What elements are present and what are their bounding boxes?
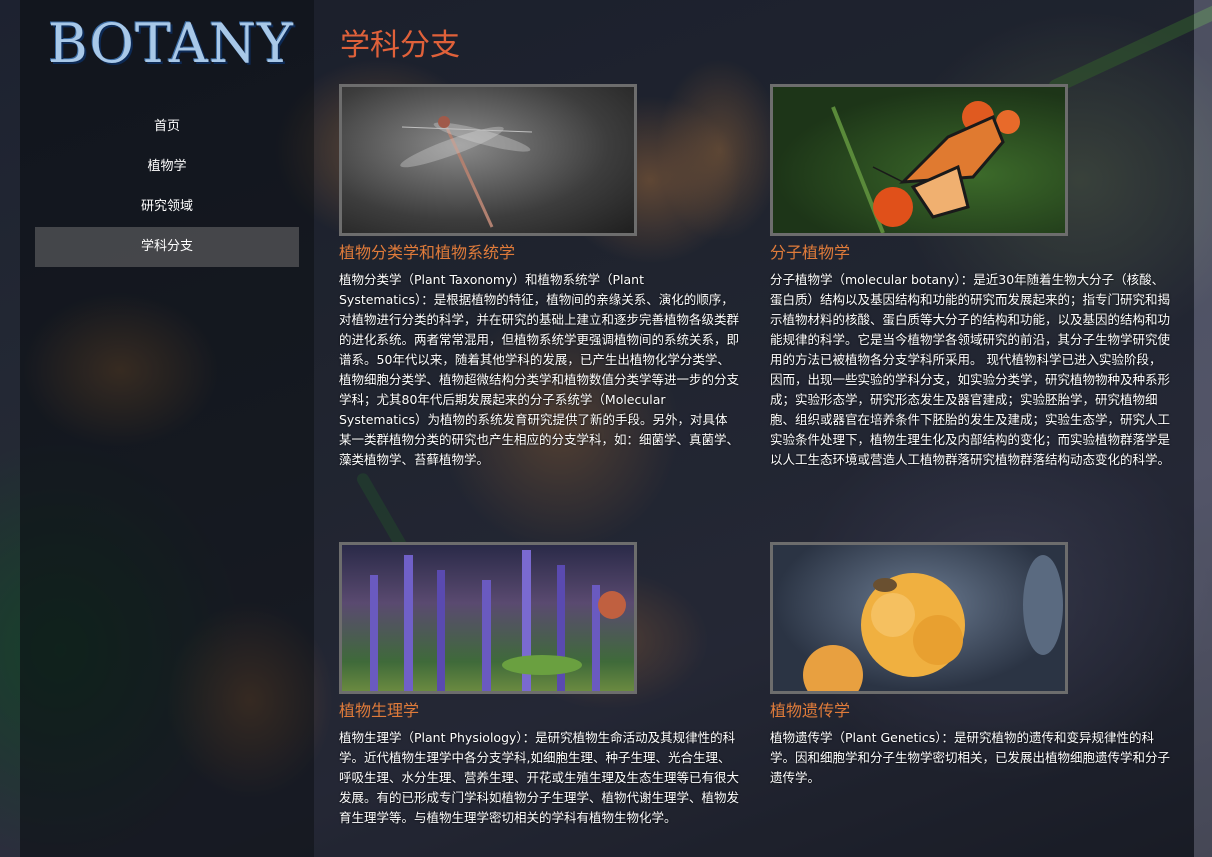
nav-item-branches[interactable]: 学科分支 [35, 227, 299, 267]
branch-card: 分子植物学 分子植物学（molecular botany）：是近30年随着生物大… [770, 84, 1170, 470]
branch-card: 植物生理学 植物生理学（Plant Physiology）：是研究植物生命活动及… [339, 542, 739, 828]
card-title: 分子植物学 [770, 243, 851, 262]
card-text: 植物生理学（Plant Physiology）：是研究植物生命活动及其规律性的科… [339, 730, 740, 825]
butterfly-photo [770, 84, 1068, 236]
nav-item-botany[interactable]: 植物学 [35, 147, 299, 187]
page-title: 学科分支 [340, 28, 460, 63]
lavender-photo [339, 542, 637, 694]
card-title: 植物生理学 [339, 701, 420, 720]
page: BOTANY 首页 植物学 研究领域 学科分支 学科分支 植物分类学和植物系统学… [0, 0, 1212, 857]
page-edge [1194, 0, 1212, 857]
nav-item-home[interactable]: 首页 [35, 107, 299, 147]
card-title: 植物分类学和植物系统学 [339, 243, 516, 262]
dragonfly-photo [339, 84, 637, 236]
dragonfly-image [400, 116, 533, 228]
site-logo[interactable]: BOTANY [48, 12, 294, 75]
marigold-photo [770, 542, 1068, 694]
sidebar: BOTANY 首页 植物学 研究领域 学科分支 [20, 0, 314, 857]
marigold-image [803, 555, 1063, 691]
card-text: 植物遗传学（Plant Genetics）：是研究植物的遗传和变异规律性的科学。… [770, 730, 1171, 785]
nav-item-research[interactable]: 研究领域 [35, 187, 299, 227]
butterfly-image [831, 101, 1020, 233]
main-content: 学科分支 植物分类学和植物系统学 植物分类学（Plant Taxonomy）和植… [314, 0, 1194, 857]
main-nav: 首页 植物学 研究领域 学科分支 [35, 107, 299, 267]
branch-card: 植物遗传学 植物遗传学（Plant Genetics）：是研究植物的遗传和变异规… [770, 542, 1170, 788]
branch-card: 植物分类学和植物系统学 植物分类学（Plant Taxonomy）和植物系统学（… [339, 84, 739, 470]
card-text: 植物分类学（Plant Taxonomy）和植物系统学（Plant System… [339, 272, 740, 467]
card-title: 植物遗传学 [770, 701, 851, 720]
card-text: 分子植物学（molecular botany）：是近30年随着生物大分子（核酸、… [770, 272, 1171, 467]
lavender-image [370, 550, 626, 691]
